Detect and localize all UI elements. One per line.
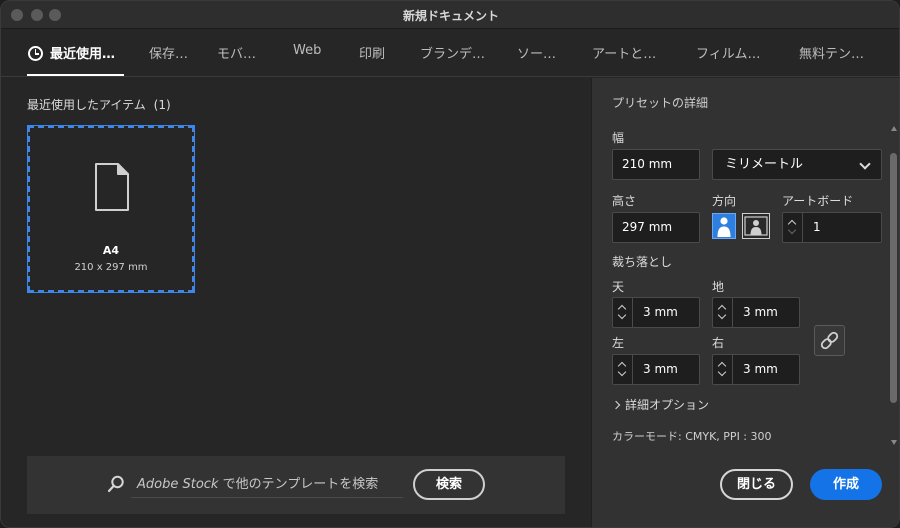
artboard-value: 1 xyxy=(813,220,821,234)
bleed-right-label: 右 xyxy=(712,336,725,350)
tab-saved[interactable]: 保存… xyxy=(149,43,188,62)
recent-item-name: A4 xyxy=(102,244,120,257)
color-mode-info: カラーモード: CMYK, PPI : 300 xyxy=(612,430,772,443)
bleed-right-value: 3 mm xyxy=(743,362,778,376)
advanced-options-label: 詳細オプション xyxy=(625,398,710,412)
unit-select[interactable]: ミリメートル xyxy=(712,149,882,180)
search-placeholder-brand: Adobe Stock xyxy=(137,477,219,492)
recent-item-size: 210 x 297 mm xyxy=(74,262,148,273)
portrait-person-icon xyxy=(717,217,731,237)
search-icon xyxy=(107,475,124,493)
active-tab-indicator xyxy=(27,74,124,76)
link-icon xyxy=(820,331,839,350)
bleed-right-stepper[interactable]: 3 mm xyxy=(712,354,800,385)
tab-free-templates[interactable]: 無料テン… xyxy=(799,43,864,62)
recent-item-card[interactable]: A4 210 x 297 mm xyxy=(27,125,195,293)
stepper-arrows[interactable] xyxy=(783,213,803,242)
bleed-top-value: 3 mm xyxy=(643,305,678,319)
tab-print[interactable]: 印刷 xyxy=(359,43,385,62)
chevron-down-icon xyxy=(617,310,627,320)
recent-section-title: 最近使用したアイテム (1) xyxy=(27,96,171,113)
tab-mobile[interactable]: モバ… xyxy=(217,43,256,62)
document-icon xyxy=(95,163,129,211)
stepper-arrows[interactable] xyxy=(713,355,733,384)
orientation-label: 方向 xyxy=(712,194,737,208)
close-button[interactable]: 閉じる xyxy=(720,469,793,500)
stepper-arrows[interactable] xyxy=(713,298,733,327)
chevron-down-icon xyxy=(787,225,797,235)
stepper-arrows[interactable] xyxy=(613,298,633,327)
search-placeholder-text: で他のテンプレートを検索 xyxy=(218,477,379,492)
scrollbar-thumb[interactable] xyxy=(890,153,897,403)
stepper-arrows[interactable] xyxy=(613,355,633,384)
chevron-down-icon xyxy=(859,158,871,170)
height-field[interactable]: 297 mm xyxy=(612,212,700,243)
bleed-top-label: 天 xyxy=(612,280,625,294)
tab-film[interactable]: フィルム… xyxy=(696,43,760,62)
stock-search-bar: Adobe Stock で他のテンプレートを検索 検索 xyxy=(27,456,565,514)
landscape-orientation-button[interactable] xyxy=(742,213,770,239)
artboard-label: アートボード xyxy=(782,194,854,208)
title-bar: 新規ドキュメント xyxy=(1,1,899,29)
tab-social[interactable]: ソー… xyxy=(517,43,556,62)
bleed-top-stepper[interactable]: 3 mm xyxy=(612,297,700,328)
tab-branding[interactable]: ブランデ… xyxy=(420,43,485,62)
window-title: 新規ドキュメント xyxy=(402,9,499,23)
create-button[interactable]: 作成 xyxy=(810,469,882,500)
unit-select-value: ミリメートル xyxy=(725,157,804,172)
scroll-up-icon[interactable] xyxy=(891,126,897,131)
scroll-down-icon[interactable] xyxy=(891,440,897,445)
preset-details-title: プリセットの詳細 xyxy=(612,96,709,110)
portrait-orientation-button[interactable] xyxy=(712,213,736,239)
height-label: 高さ xyxy=(612,194,637,208)
chevron-down-icon xyxy=(617,367,627,377)
landscape-person-icon xyxy=(744,216,768,236)
bleed-left-value: 3 mm xyxy=(643,362,678,376)
chevron-down-icon xyxy=(717,367,727,377)
chevron-right-icon xyxy=(611,400,621,410)
tab-web[interactable]: Web xyxy=(293,43,321,58)
bleed-label: 裁ち落とし xyxy=(612,255,673,269)
search-button[interactable]: 検索 xyxy=(413,469,485,500)
preset-details-panel: プリセットの詳細 幅 210 mm ミリメートル 高さ 297 mm 方向 アー… xyxy=(591,78,899,527)
bleed-bottom-value: 3 mm xyxy=(743,305,778,319)
bleed-bottom-stepper[interactable]: 3 mm xyxy=(712,297,800,328)
new-document-dialog: 新規ドキュメント 最近使用… 保存… モバ… Web 印刷 ブランデ… ソー… … xyxy=(0,0,900,528)
tab-art[interactable]: アートと… xyxy=(592,43,656,62)
bleed-bottom-label: 地 xyxy=(712,280,725,294)
bleed-left-label: 左 xyxy=(612,336,625,350)
bleed-left-stepper[interactable]: 3 mm xyxy=(612,354,700,385)
stock-search-input[interactable]: Adobe Stock で他のテンプレートを検索 xyxy=(131,470,403,498)
tab-label: 最近使用… xyxy=(50,47,116,62)
category-tabs: 最近使用… 保存… モバ… Web 印刷 ブランデ… ソー… アートと… フィル… xyxy=(1,29,899,77)
panel-scrollbar[interactable] xyxy=(888,118,898,448)
recent-title-text: 最近使用したアイテム xyxy=(27,98,146,112)
recent-count: (1) xyxy=(153,98,171,112)
artboard-stepper[interactable]: 1 xyxy=(782,212,882,243)
chevron-down-icon xyxy=(717,310,727,320)
recent-items-panel: 最近使用したアイテム (1) A4 210 x 297 mm Adobe Sto… xyxy=(1,78,591,527)
advanced-options-toggle[interactable]: 詳細オプション xyxy=(611,396,710,413)
width-field[interactable]: 210 mm xyxy=(612,149,700,180)
width-label: 幅 xyxy=(612,131,625,145)
clock-icon xyxy=(28,46,43,61)
link-bleed-button[interactable] xyxy=(814,325,845,356)
tab-recent[interactable]: 最近使用… xyxy=(28,43,115,62)
